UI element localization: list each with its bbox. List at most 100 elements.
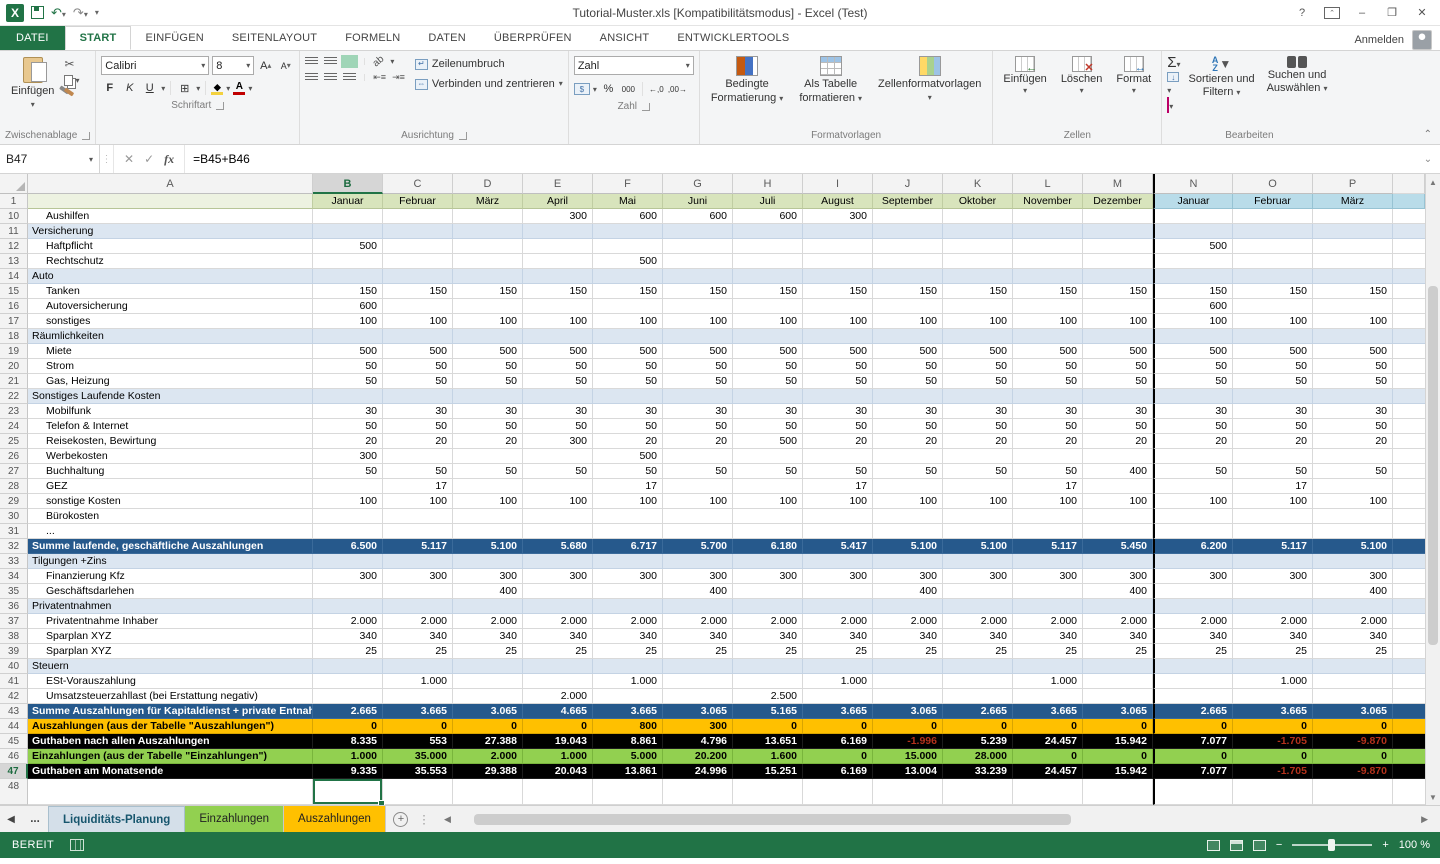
cell[interactable]: 25 [593, 644, 663, 659]
cell[interactable] [733, 449, 803, 464]
cell[interactable]: 3.065 [663, 704, 733, 719]
column-header-C[interactable]: C [383, 174, 453, 194]
cell[interactable]: 500 [873, 344, 943, 359]
cell[interactable] [1313, 554, 1393, 569]
cell[interactable] [1083, 449, 1153, 464]
row-header-16[interactable]: 16 [0, 299, 28, 314]
cell[interactable]: 5.117 [1233, 539, 1313, 554]
font-color-icon[interactable]: A [233, 82, 245, 95]
cell[interactable]: 3.665 [383, 704, 453, 719]
cell[interactable] [1083, 224, 1153, 239]
cell[interactable]: 30 [1153, 404, 1233, 419]
cell[interactable] [873, 659, 943, 674]
cell[interactable] [1083, 209, 1153, 224]
cell[interactable] [943, 479, 1013, 494]
cell[interactable] [663, 779, 733, 805]
cell[interactable] [1153, 449, 1233, 464]
cell-label-A27[interactable]: Buchhaltung [28, 464, 313, 479]
cell[interactable] [943, 524, 1013, 539]
column-header-O[interactable]: O [1233, 174, 1313, 194]
cell[interactable]: 500 [1153, 344, 1233, 359]
cell[interactable]: 340 [1313, 629, 1393, 644]
cell[interactable] [733, 659, 803, 674]
cell[interactable] [383, 659, 453, 674]
cell[interactable] [1153, 269, 1233, 284]
cell[interactable]: 8.861 [593, 734, 663, 749]
cell[interactable]: 50 [803, 419, 873, 434]
row-header-45[interactable]: 45 [0, 734, 28, 749]
cell[interactable] [873, 599, 943, 614]
cell-label-A18[interactable]: Räumlichkeiten [28, 329, 313, 344]
tab-daten[interactable]: DATEN [414, 26, 479, 50]
cell[interactable] [803, 389, 873, 404]
decrease-decimal-icon[interactable]: ,00→ [668, 80, 687, 98]
cell[interactable] [383, 254, 453, 269]
cell[interactable]: 0 [1153, 719, 1233, 734]
cell[interactable]: 6.717 [593, 539, 663, 554]
cell[interactable]: 150 [663, 284, 733, 299]
format-cells-button[interactable]: ↔ Format▾ [1111, 54, 1156, 97]
cell[interactable] [1313, 689, 1393, 704]
cell[interactable]: 35.553 [383, 764, 453, 779]
cell[interactable]: 50 [803, 464, 873, 479]
cell[interactable]: 2.000 [803, 614, 873, 629]
cell[interactable] [313, 509, 383, 524]
cell[interactable] [1313, 239, 1393, 254]
cell[interactable]: 30 [943, 404, 1013, 419]
cell[interactable]: 100 [593, 494, 663, 509]
cell-label-A22[interactable]: Sonstiges Laufende Kosten [28, 389, 313, 404]
column-header-P[interactable]: P [1313, 174, 1393, 194]
align-right-icon[interactable] [343, 73, 356, 82]
cell[interactable]: 500 [593, 254, 663, 269]
cell[interactable] [1013, 449, 1083, 464]
cell[interactable]: 100 [1083, 494, 1153, 509]
row-header-22[interactable]: 22 [0, 389, 28, 404]
cell-label-A47[interactable]: Guthaben am Monatsende [28, 764, 313, 779]
cell[interactable] [1313, 599, 1393, 614]
cell[interactable] [1153, 779, 1233, 805]
cell[interactable] [1153, 554, 1233, 569]
tab-ansicht[interactable]: ANSICHT [586, 26, 664, 50]
cell[interactable]: 50 [383, 464, 453, 479]
merge-center-button[interactable]: ⇔Verbinden und zentrieren▾ [415, 77, 563, 91]
cell[interactable]: 17 [803, 479, 873, 494]
cell[interactable]: 3.065 [1083, 704, 1153, 719]
row-header-21[interactable]: 21 [0, 374, 28, 389]
cell[interactable] [1153, 479, 1233, 494]
cell[interactable]: 150 [1233, 284, 1313, 299]
minimize-button[interactable]: – [1348, 3, 1376, 23]
sort-filter-button[interactable]: AZ▼ Sortieren undFiltern ▾ [1185, 54, 1259, 101]
page-layout-view-icon[interactable] [1230, 840, 1243, 851]
cell[interactable] [943, 584, 1013, 599]
cell[interactable] [313, 599, 383, 614]
cell[interactable]: 25 [1013, 644, 1083, 659]
cell[interactable]: 340 [1153, 629, 1233, 644]
cell[interactable]: 100 [1313, 314, 1393, 329]
cell[interactable] [1313, 389, 1393, 404]
cell[interactable]: 340 [523, 629, 593, 644]
cell[interactable] [943, 329, 1013, 344]
cell[interactable] [1233, 209, 1313, 224]
column-header-H[interactable]: H [733, 174, 803, 194]
cell[interactable] [453, 449, 523, 464]
cell[interactable]: 300 [803, 209, 873, 224]
column-header-K[interactable]: K [943, 174, 1013, 194]
cell[interactable]: 0 [1313, 719, 1393, 734]
cell[interactable] [383, 329, 453, 344]
cancel-entry-icon[interactable]: ✕ [124, 152, 134, 166]
cell[interactable] [1013, 659, 1083, 674]
month-cell[interactable]: Oktober [943, 194, 1013, 209]
wrap-text-button[interactable]: ↵Zeilenumbruch [415, 57, 563, 71]
cell[interactable]: 1.000 [1013, 674, 1083, 689]
cell[interactable] [593, 269, 663, 284]
expand-formula-bar-icon[interactable]: ⌄ [1416, 145, 1440, 173]
cell[interactable] [803, 449, 873, 464]
tab-start[interactable]: START [65, 26, 132, 50]
cell[interactable] [313, 659, 383, 674]
increase-font-icon[interactable]: A▴ [257, 57, 274, 75]
row-header-29[interactable]: 29 [0, 494, 28, 509]
cell[interactable]: 100 [383, 314, 453, 329]
cell[interactable]: 300 [663, 719, 733, 734]
cell[interactable]: 25 [453, 644, 523, 659]
row-header-28[interactable]: 28 [0, 479, 28, 494]
